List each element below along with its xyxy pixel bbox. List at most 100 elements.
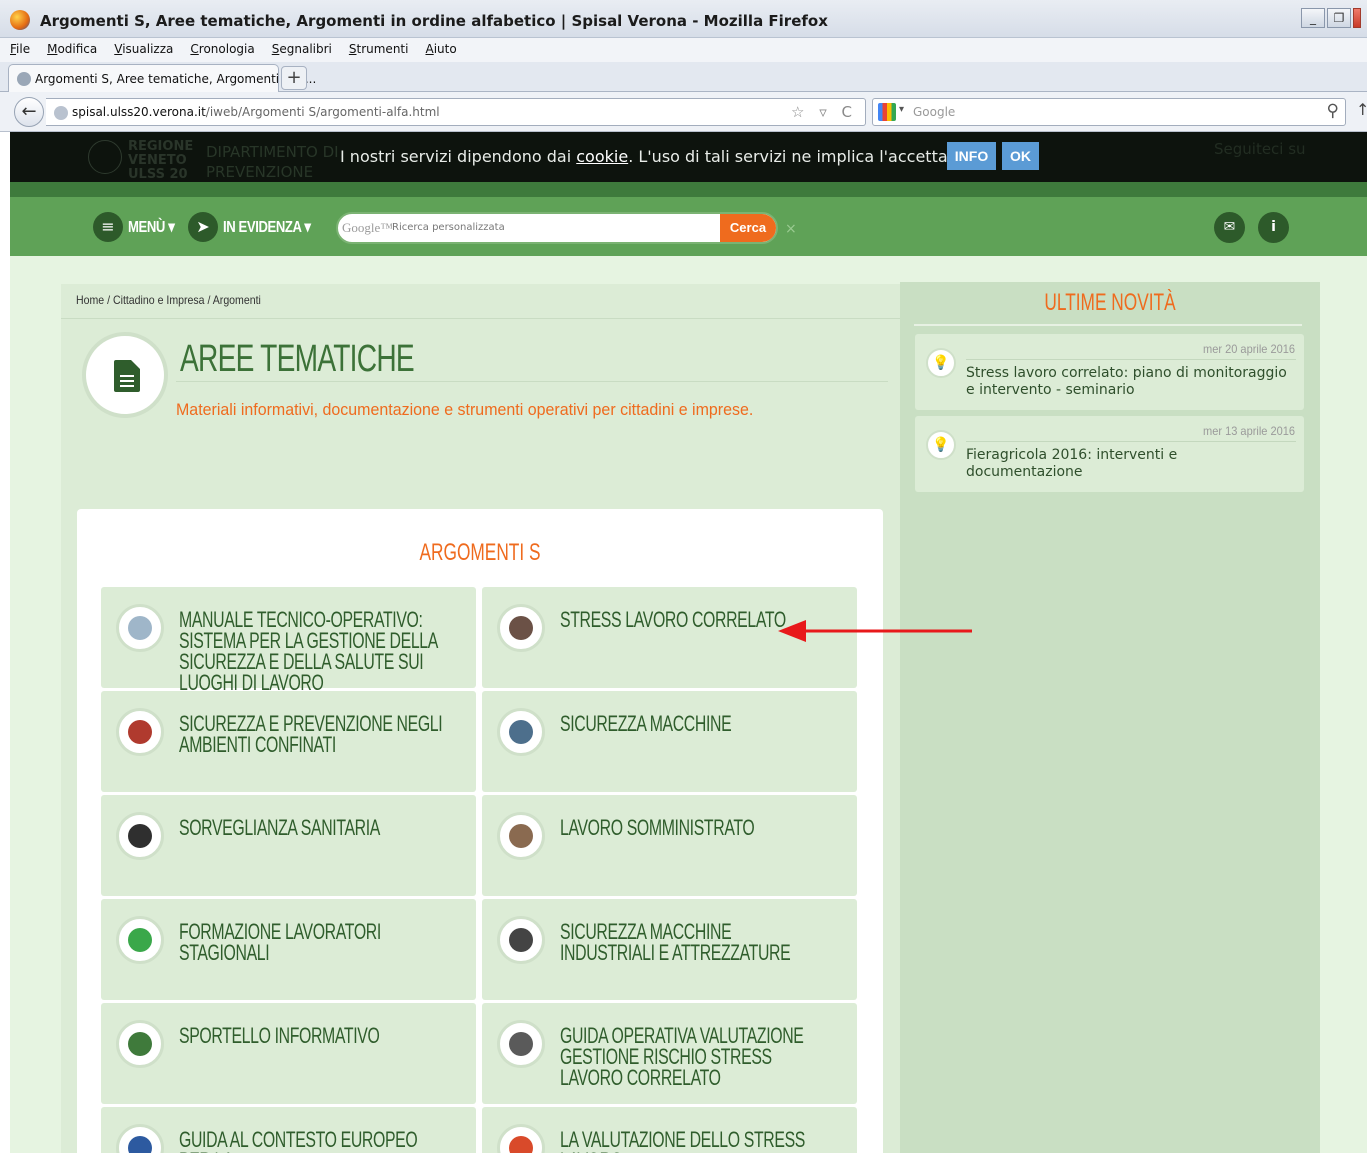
menu-cronologia[interactable]: Cronologia (180, 38, 261, 56)
window-title: Argomenti S, Aree tematiche, Argomenti i… (40, 12, 828, 30)
browser-window: Argomenti S, Aree tematiche, Argomenti i… (0, 0, 1367, 1153)
topic-label[interactable]: SPORTELLO INFORMATIVO (179, 1025, 445, 1047)
hamburger-icon: ≡ (93, 212, 123, 242)
news-title[interactable]: Fieragricola 2016: interventi e document… (966, 447, 1296, 481)
news-date: mer 20 aprile 2016 (1202, 342, 1295, 356)
cookie-ok-button[interactable]: OK (1002, 142, 1039, 170)
topic-label[interactable]: SORVEGLIANZA SANITARIA (179, 817, 445, 839)
site-identity-icon[interactable] (54, 106, 68, 120)
menu-file[interactable]: File (0, 38, 37, 56)
cookie-message: I nostri servizi dipendono dai cookie. L… (340, 147, 995, 166)
thumb-image (509, 824, 533, 848)
topic-tile[interactable]: SICUREZZA MACCHINE INDUSTRIALI E ATTREZZ… (482, 899, 857, 1000)
browser-search-box[interactable]: ▾ Google ⚲ (872, 98, 1346, 126)
topic-label[interactable]: GUIDA AL CONTESTO EUROPEO PER LA (179, 1129, 445, 1153)
tab-active[interactable]: Argomenti S, Aree tematiche, Argomenti i… (8, 64, 316, 92)
search-icon[interactable]: ⚲ (1327, 101, 1339, 121)
header-strip (10, 182, 1367, 197)
thumb-image (128, 928, 152, 952)
menu-segnalibri[interactable]: Segnalibri (262, 38, 339, 56)
guide-icon (497, 1020, 545, 1068)
divider (966, 441, 1296, 442)
location-arrow-icon: ➤ (188, 212, 218, 242)
in-evidenza-label: IN EVIDENZA ▾ (223, 219, 311, 236)
cerca-button[interactable]: Cerca (720, 214, 776, 242)
topic-tile[interactable]: FORMAZIONE LAVORATORI STAGIONALI (101, 899, 476, 1000)
thumb-image (128, 824, 152, 848)
minimize-button[interactable]: _ (1301, 8, 1325, 28)
topic-tile[interactable]: SICUREZZA E PREVENZIONE NEGLI AMBIENTI C… (101, 691, 476, 792)
thumb-image (509, 928, 533, 952)
topic-tile[interactable]: SPORTELLO INFORMATIVO (101, 1003, 476, 1104)
toolbar-overflow-icon[interactable]: ↑ (1356, 100, 1367, 119)
cookie-info-button[interactable]: INFO (947, 142, 996, 170)
annotation-arrow (778, 620, 972, 642)
breadcrumb[interactable]: Home / Cittadino e Impresa / Argomenti (76, 293, 261, 307)
topic-tile[interactable]: LA VALUTAZIONE DELLO STRESS LAVORO (482, 1107, 857, 1153)
news-sidebar: ULTIME NOVITÀ 💡 mer 20 aprile 2016 Stres… (900, 282, 1320, 1153)
url-text: spisal.ulss20.verona.it/iweb/Argomenti S… (72, 105, 440, 119)
divider (176, 381, 888, 382)
news-item[interactable]: 💡 mer 20 aprile 2016 Stress lavoro corre… (915, 334, 1304, 410)
topic-tile[interactable]: GUIDA OPERATIVA VALUTAZIONE GESTIONE RIS… (482, 1003, 857, 1104)
tab-bar: Argomenti S, Aree tematiche, Argomenti i… (0, 62, 1367, 92)
topic-tile[interactable]: GUIDA AL CONTESTO EUROPEO PER LA (101, 1107, 476, 1153)
restore-button[interactable]: ❐ (1327, 8, 1351, 28)
mail-icon[interactable]: ✉ (1214, 212, 1245, 243)
cookie-message-end: . L'uso di tali servizi ne implica l'acc… (628, 147, 996, 166)
site-nav-band: ≡ MENÙ ▾ ➤ IN EVIDENZA ▾ Google™ Ricerca… (10, 197, 1367, 256)
close-button[interactable] (1353, 8, 1361, 28)
clear-search-icon[interactable]: × (785, 221, 797, 237)
topic-tile[interactable]: SICUREZZA MACCHINE (482, 691, 857, 792)
news-date: mer 13 aprile 2016 (1202, 424, 1295, 438)
machine-icon (497, 708, 545, 756)
topic-tile[interactable]: MANUALE TECNICO-OPERATIVO: SISTEMA PER L… (101, 587, 476, 694)
news-title[interactable]: Stress lavoro correlato: piano di monito… (966, 365, 1296, 399)
back-button[interactable]: ← (14, 97, 44, 127)
info-icon[interactable]: i (1258, 212, 1289, 243)
menu-bar: File Modifica Visualizza Cronologia Segnalib… (0, 38, 1367, 62)
topic-tile[interactable]: SORVEGLIANZA SANITARIA (101, 795, 476, 896)
worker-icon (497, 812, 545, 860)
manual-icon (116, 604, 164, 652)
topic-label[interactable]: FORMAZIONE LAVORATORI STAGIONALI (179, 921, 445, 964)
divider (61, 318, 900, 319)
site-search-field[interactable]: Google™ Ricerca personalizzata Cerca (336, 212, 778, 244)
engine-dropdown-icon[interactable]: ▾ (899, 104, 904, 115)
topic-label[interactable]: LA VALUTAZIONE DELLO STRESS LAVORO (560, 1129, 826, 1153)
topic-label[interactable]: SICUREZZA MACCHINE (560, 713, 826, 735)
topic-label[interactable]: GUIDA OPERATIVA VALUTAZIONE GESTIONE RIS… (560, 1025, 826, 1089)
topic-label[interactable]: SICUREZZA MACCHINE INDUSTRIALI E ATTREZZ… (560, 921, 826, 964)
cookie-link[interactable]: cookie (576, 147, 628, 166)
thumb-image (128, 720, 152, 744)
in-evidenza-button[interactable]: ➤ IN EVIDENZA ▾ (188, 212, 330, 242)
topic-label[interactable]: SICUREZZA E PREVENZIONE NEGLI AMBIENTI C… (179, 713, 445, 756)
window-titlebar: Argomenti S, Aree tematiche, Argomenti i… (0, 0, 1367, 38)
menu-aiuto[interactable]: Aiuto (415, 38, 463, 56)
new-tab-button[interactable]: + (281, 66, 307, 90)
url-bar[interactable]: spisal.ulss20.verona.it/iweb/Argomenti S… (46, 98, 866, 126)
topic-label[interactable]: MANUALE TECNICO-OPERATIVO: SISTEMA PER L… (179, 609, 445, 694)
page-subtitle: Materiali informativi, documentazione e … (176, 400, 754, 419)
google-engine-icon[interactable] (878, 103, 896, 121)
url-controls[interactable]: ☆ ▿ C (791, 103, 857, 121)
list-heading: ARGOMENTI S (419, 539, 541, 566)
topic-label[interactable]: LAVORO SOMMINISTRATO (560, 817, 826, 839)
menu-modifica[interactable]: Modifica (37, 38, 104, 56)
thumb-image (128, 1136, 152, 1153)
topic-tile[interactable]: LAVORO SOMMINISTRATO (482, 795, 857, 896)
document-icon (114, 360, 140, 392)
thumb-image (509, 1136, 533, 1153)
menu-button[interactable]: ≡ MENÙ ▾ (93, 212, 185, 242)
social-label: Seguiteci su (1214, 140, 1306, 158)
divider (966, 359, 1296, 360)
cookie-message-text: I nostri servizi dipendono dai (340, 147, 577, 166)
firefox-icon (10, 10, 30, 30)
main-content: Home / Cittadino e Impresa / Argomenti A… (61, 284, 900, 1153)
window-controls: _ ❐ (1301, 8, 1361, 28)
navigation-bar: ← spisal.ulss20.verona.it/iweb/Argomenti… (0, 92, 1367, 132)
menu-strumenti[interactable]: Strumenti (339, 38, 416, 56)
menu-visualizza[interactable]: Visualizza (104, 38, 180, 56)
news-item[interactable]: 💡 mer 13 aprile 2016 Fieragricola 2016: … (915, 416, 1304, 492)
tab-label: Argomenti S, Aree tematiche, Argomenti i… (35, 72, 317, 86)
